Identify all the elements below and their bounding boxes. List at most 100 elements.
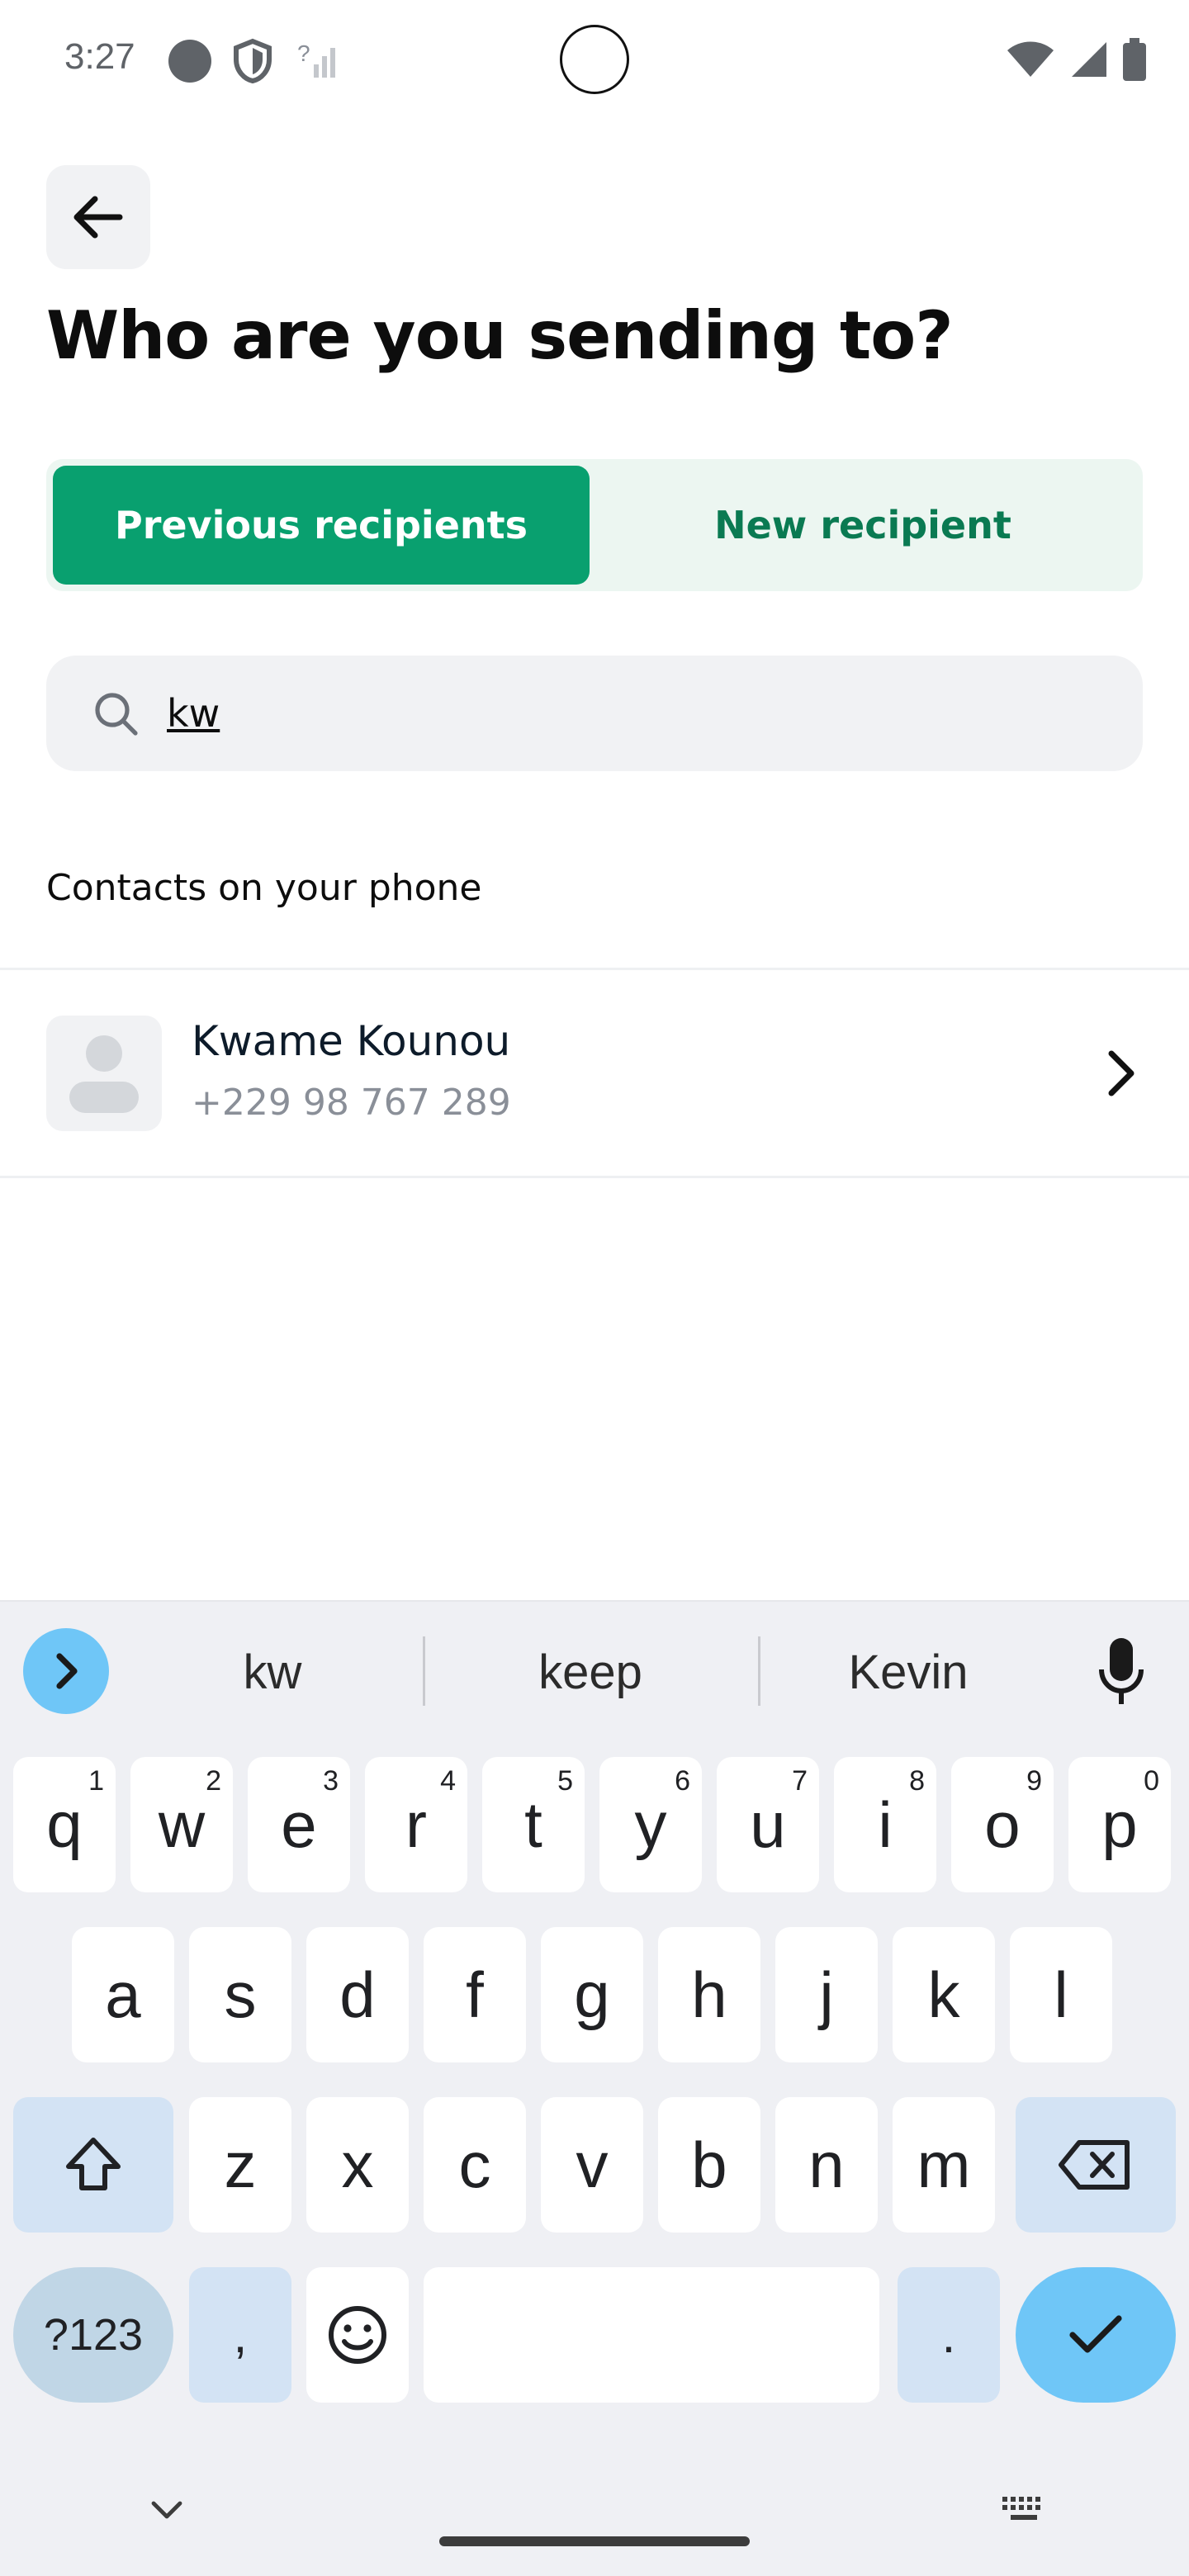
emoji-icon (329, 2306, 386, 2364)
expand-toolbar-button[interactable] (23, 1628, 109, 1714)
soft-keyboard: kw keep Kevin q1 w2 e3 r4 t5 y6 u7 i8 o9… (0, 1600, 1189, 2576)
contact-phone: +229 98 767 289 (192, 1082, 511, 1124)
suggestion-1[interactable]: kw (190, 1635, 355, 1709)
key-label: w (158, 1788, 206, 1861)
key-hint: 3 (323, 1765, 339, 1797)
key-b[interactable]: b (658, 2097, 760, 2233)
microphone-icon[interactable] (1098, 1636, 1144, 1706)
key-hint: 6 (675, 1765, 690, 1797)
key-hint: 5 (557, 1765, 573, 1797)
key-hint: 4 (440, 1765, 456, 1797)
cell-signal-icon (1072, 42, 1106, 77)
key-v[interactable]: v (541, 2097, 643, 2233)
key-y[interactable]: y6 (599, 1757, 702, 1892)
tab-new-recipient[interactable]: New recipient (590, 466, 1136, 585)
space-key[interactable] (424, 2267, 879, 2403)
chevron-right-icon (56, 1653, 78, 1689)
key-f[interactable]: f (424, 1927, 526, 2062)
chevron-right-icon (1108, 1050, 1135, 1096)
divider (0, 968, 1189, 970)
emoji-key[interactable] (306, 2267, 409, 2403)
checkmark-icon (1069, 2315, 1122, 2353)
key-label: r (405, 1788, 427, 1861)
hide-keyboard-icon[interactable] (149, 2498, 185, 2522)
key-q[interactable]: q1 (13, 1757, 116, 1892)
enter-key[interactable] (1016, 2267, 1176, 2403)
key-hint: 0 (1144, 1765, 1159, 1797)
backspace-key[interactable] (1016, 2097, 1176, 2233)
key-n[interactable]: n (775, 2097, 878, 2233)
shield-icon (234, 38, 272, 84)
key-g[interactable]: g (541, 1927, 643, 2062)
shift-key[interactable] (13, 2097, 173, 2233)
search-bar[interactable] (46, 656, 1143, 771)
key-label: i (878, 1788, 893, 1861)
key-label: o (984, 1788, 1021, 1861)
contact-row[interactable]: Kwame Kounou +229 98 767 289 (0, 971, 1189, 1177)
key-r[interactable]: r4 (365, 1757, 467, 1892)
shift-icon (66, 2138, 121, 2190)
key-t[interactable]: t5 (482, 1757, 585, 1892)
key-hint: 7 (792, 1765, 808, 1797)
key-hint: 9 (1026, 1765, 1042, 1797)
status-bar: 3:27 ? (0, 0, 1189, 124)
key-j[interactable]: j (775, 1927, 878, 2062)
key-label: e (281, 1788, 317, 1861)
contact-name: Kwame Kounou (192, 1017, 511, 1065)
key-hint: 2 (206, 1765, 221, 1797)
key-d[interactable]: d (306, 1927, 409, 2062)
battery-icon (1123, 38, 1146, 81)
key-label: u (750, 1788, 786, 1861)
arrow-left-icon (73, 196, 123, 239)
page-title: Who are you sending to? (46, 297, 954, 374)
avatar-head (86, 1035, 122, 1072)
comma-key[interactable]: , (189, 2267, 291, 2403)
search-input[interactable] (167, 680, 1075, 746)
suggestion-separator (758, 1636, 760, 1706)
key-u[interactable]: u7 (717, 1757, 819, 1892)
key-p[interactable]: p0 (1068, 1757, 1171, 1892)
key-m[interactable]: m (893, 2097, 995, 2233)
status-time: 3:27 (64, 36, 135, 77)
key-w[interactable]: w2 (130, 1757, 233, 1892)
key-hint: 1 (88, 1765, 104, 1797)
recipient-type-tabs: Previous recipients New recipient (46, 459, 1143, 591)
back-button[interactable] (46, 165, 150, 269)
suggestion-2[interactable]: keep (495, 1635, 685, 1709)
key-label: y (634, 1788, 667, 1861)
symbols-key[interactable]: ?123 (13, 2267, 173, 2403)
key-l[interactable]: l (1010, 1927, 1112, 2062)
gesture-nav-handle[interactable] (439, 2536, 750, 2546)
key-label: q (46, 1788, 83, 1861)
no-signal-icon: ? (297, 40, 335, 78)
key-label: t (524, 1788, 542, 1861)
key-c[interactable]: c (424, 2097, 526, 2233)
divider (0, 1176, 1189, 1178)
key-hint: 8 (909, 1765, 925, 1797)
tab-previous-recipients[interactable]: Previous recipients (53, 466, 590, 585)
svg-text:?: ? (297, 40, 310, 66)
key-x[interactable]: x (306, 2097, 409, 2233)
key-label: p (1101, 1788, 1138, 1861)
period-key[interactable]: . (898, 2267, 1000, 2403)
contacts-section-label: Contacts on your phone (46, 867, 482, 909)
status-icons (1006, 36, 1146, 83)
notification-dot-icon (168, 40, 211, 83)
key-a[interactable]: a (72, 1927, 174, 2062)
camera-cutout (560, 25, 629, 94)
suggestion-3[interactable]: Kevin (817, 1635, 999, 1709)
backspace-icon (1059, 2140, 1130, 2190)
key-k[interactable]: k (893, 1927, 995, 2062)
search-icon (95, 693, 138, 736)
key-s[interactable]: s (189, 1927, 291, 2062)
avatar-body (69, 1082, 139, 1113)
avatar (46, 1016, 162, 1131)
key-i[interactable]: i8 (834, 1757, 936, 1892)
suggestion-separator (423, 1636, 425, 1706)
key-o[interactable]: o9 (951, 1757, 1054, 1892)
keyboard-switch-icon[interactable] (1001, 2495, 1047, 2525)
key-z[interactable]: z (189, 2097, 291, 2233)
key-e[interactable]: e3 (248, 1757, 350, 1892)
key-h[interactable]: h (658, 1927, 760, 2062)
wifi-icon (1007, 41, 1054, 77)
